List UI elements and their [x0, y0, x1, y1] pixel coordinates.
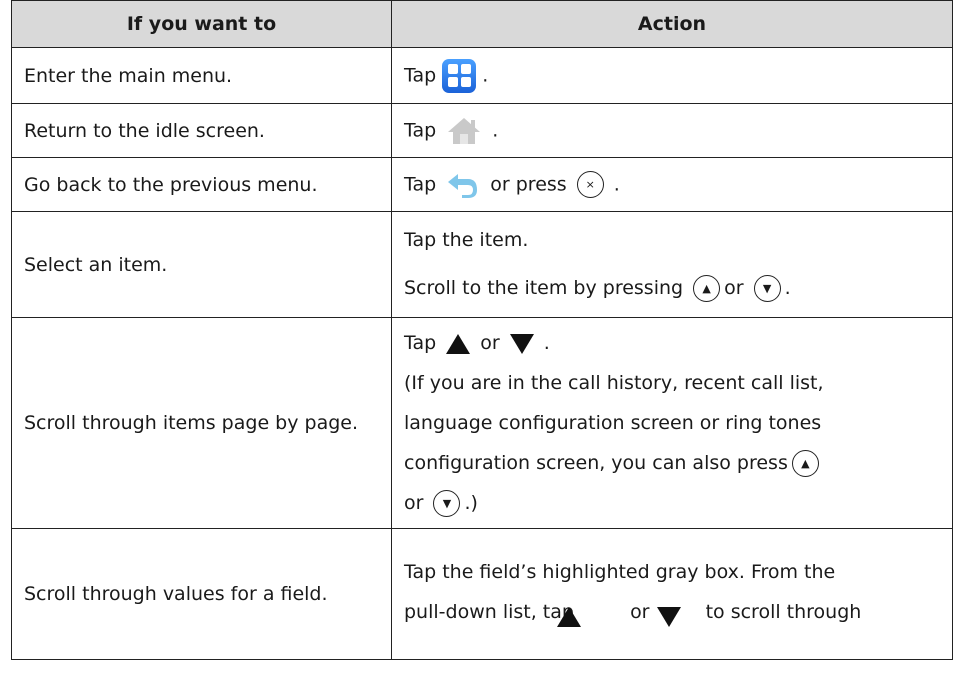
- down-key-icon: ▼: [433, 490, 461, 517]
- want-text: Scroll through items page by page.: [24, 412, 359, 434]
- header-if-you-want-to: If you want to: [11, 0, 392, 48]
- action-cell: Tap the field’s highlighted gray box. Fr…: [391, 528, 953, 660]
- table-row: Return to the idle screen. Tap .: [11, 103, 953, 158]
- home-icon: [448, 117, 481, 144]
- action-line: Scroll to the item by pressing ▲ or ▼.: [404, 275, 952, 302]
- want-cell: Scroll through items page by page.: [11, 317, 392, 529]
- period-text: .: [784, 277, 791, 299]
- line-text: Scroll to the item by pressing: [404, 277, 684, 299]
- want-cell: Scroll through values for a field.: [11, 528, 392, 660]
- back-arrow-icon: [448, 173, 478, 198]
- or-text: or: [480, 332, 500, 354]
- table-row: Scroll through values for a field. Tap t…: [11, 528, 953, 660]
- or-press-text: or press: [490, 173, 567, 195]
- main-menu-icon: [442, 58, 477, 93]
- cancel-key-icon: ×: [576, 171, 604, 198]
- table-row: Scroll through items page by page. Tap o…: [11, 317, 953, 529]
- table-row: Go back to the previous menu. Tap or pre…: [11, 157, 953, 212]
- table-row: Enter the main menu. Tap .: [11, 47, 953, 104]
- action-line: Tap or .: [404, 323, 952, 363]
- tap-text: Tap: [404, 119, 437, 141]
- header-action: Action: [391, 0, 953, 48]
- table-header-row: If you want to Action: [11, 0, 953, 48]
- or-text: or: [404, 492, 424, 514]
- want-cell: Return to the idle screen.: [11, 103, 392, 158]
- action-cell: Tap .: [391, 47, 953, 104]
- down-key-icon: ▼: [753, 275, 781, 302]
- up-key-icon: ▲: [693, 275, 721, 302]
- want-cell: Select an item.: [11, 211, 392, 318]
- action-cell: Tap the item. Scroll to the item by pres…: [391, 211, 953, 318]
- period-text: .: [613, 173, 620, 195]
- page-up-icon: [446, 333, 471, 354]
- action-line: configuration screen, you can also press…: [404, 443, 952, 483]
- line-text: to scroll through: [705, 601, 862, 623]
- action-cell: Tap .: [391, 103, 953, 158]
- action-line: (If you are in the call history, recent …: [404, 372, 824, 394]
- period-text: .: [482, 64, 489, 86]
- tap-text: Tap: [404, 173, 437, 195]
- want-cell: Go back to the previous menu.: [11, 157, 392, 212]
- line-text: pull-down list, tap: [404, 601, 574, 623]
- tap-text: Tap: [404, 332, 437, 354]
- action-table: If you want to Action Enter the main men…: [11, 0, 953, 660]
- action-line: or ▼.): [404, 483, 952, 523]
- page-down-icon: [509, 333, 534, 354]
- action-line: language configuration screen or ring to…: [404, 412, 822, 434]
- want-cell: Enter the main menu.: [11, 47, 392, 104]
- action-line: Tap the field’s highlighted gray box. Fr…: [404, 561, 836, 583]
- period-text: .: [543, 332, 550, 354]
- scroll-up-icon: [557, 607, 581, 627]
- action-cell: Tap or press × .: [391, 157, 953, 212]
- or-text: or: [724, 277, 744, 299]
- table-row: Select an item. Tap the item. Scroll to …: [11, 211, 953, 318]
- action-line: Tap the item.: [404, 229, 529, 251]
- line-text: .): [464, 492, 478, 514]
- scroll-down-icon: [657, 607, 681, 627]
- up-key-icon: ▲: [791, 450, 819, 477]
- action-cell: Tap or . (If you are in the call history…: [391, 317, 953, 529]
- period-text: .: [492, 119, 499, 141]
- tap-text: Tap: [404, 64, 437, 86]
- or-text: or: [630, 601, 650, 623]
- line-text: configuration screen, you can also press: [404, 452, 788, 474]
